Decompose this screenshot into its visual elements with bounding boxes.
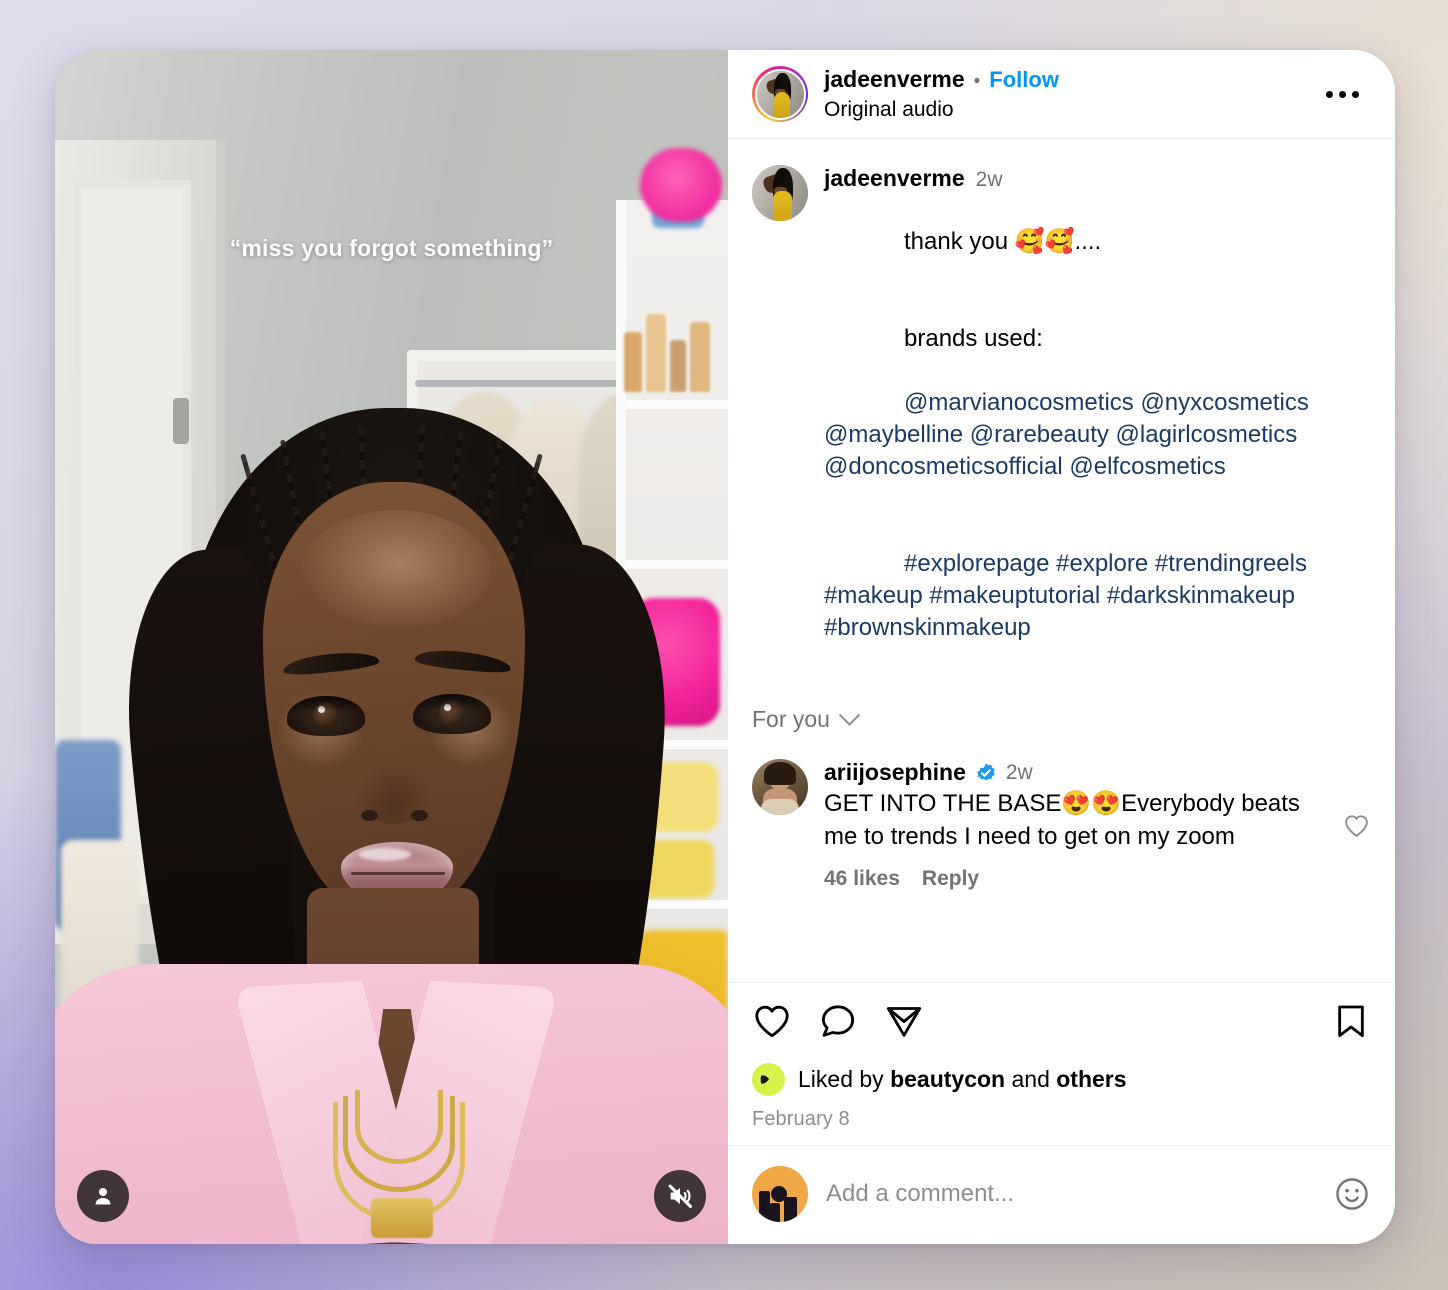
follow-button[interactable]: Follow: [989, 67, 1059, 93]
more-options-icon[interactable]: [1312, 81, 1373, 108]
caption-hashtags[interactable]: #explorepage #explore #trendingreels #ma…: [824, 550, 1314, 641]
comment-timestamp: 2w: [1005, 760, 1033, 784]
caption-block: jadeenverme 2w thank you 🥰🥰.... brands u…: [752, 165, 1371, 676]
bottle: [624, 332, 642, 392]
caption-thanks-line: thank you 🥰🥰....: [904, 228, 1102, 256]
avatar-yellow-dress: [774, 92, 791, 118]
avatar-shape: [783, 1197, 797, 1222]
nostril: [411, 810, 428, 821]
liked-by-others[interactable]: others: [1056, 1066, 1126, 1092]
bookmark-icon[interactable]: [1331, 1001, 1371, 1041]
liked-by-row: Liked by beautycon and others: [752, 1063, 1371, 1096]
caption-author-username[interactable]: jadeenverme: [824, 165, 965, 192]
comment-author-avatar[interactable]: [752, 759, 808, 816]
liker-avatar-icon[interactable]: [752, 1063, 785, 1096]
user-avatar-icon[interactable]: [752, 1166, 808, 1222]
share-paper-plane-icon[interactable]: [884, 1001, 924, 1041]
person-icon[interactable]: [77, 1170, 129, 1222]
chevron-down-icon: [838, 704, 861, 727]
profile-avatar-with-story-ring[interactable]: [752, 66, 808, 122]
eye-right: [413, 694, 491, 734]
heart-icon[interactable]: [752, 1001, 792, 1041]
liked-by-username[interactable]: beautycon: [890, 1066, 1005, 1092]
bottle: [646, 314, 666, 392]
lip-line: [351, 872, 445, 875]
speaker-muted-icon[interactable]: [654, 1170, 706, 1222]
avatar-shape: [770, 1202, 781, 1222]
add-comment-input[interactable]: [826, 1180, 1315, 1208]
reel-video-player[interactable]: “miss you forgot something”: [55, 50, 728, 1244]
action-icon-row: [752, 1001, 1371, 1041]
avatar-dress: [760, 798, 800, 816]
header-text-group: jadeenverme • Follow Original audio: [824, 66, 1312, 122]
comment-author-username[interactable]: ariijosephine: [824, 759, 966, 786]
liked-by-prefix: Liked by: [798, 1066, 891, 1092]
forehead-highlight: [301, 510, 491, 630]
bottle: [690, 322, 710, 392]
heart-outline-icon[interactable]: [1342, 759, 1371, 890]
post-date: February 8: [752, 1108, 850, 1130]
post-author-username[interactable]: jadeenverme: [824, 66, 965, 93]
add-comment-bar: [728, 1145, 1395, 1244]
nostril: [361, 810, 378, 821]
caption-header: jadeenverme 2w: [824, 165, 1371, 192]
lip-gloss-highlight: [359, 848, 411, 861]
caption-brands-label: brands used:: [904, 324, 1043, 352]
avatar-hair: [764, 761, 796, 786]
caption-author-avatar[interactable]: [752, 165, 808, 221]
liked-by-middle: and: [1005, 1066, 1057, 1092]
emoji-smiley-icon[interactable]: [1333, 1175, 1371, 1213]
header-username-row: jadeenverme • Follow: [824, 66, 1312, 93]
comment-item: ariijosephine 2w GET INTO THE BASE😍😍Ever…: [752, 759, 1371, 890]
comment-header: ariijosephine 2w: [824, 759, 1316, 786]
shelf-bottles: [620, 262, 714, 392]
avatar: [754, 68, 806, 120]
shelf-item-pink: [640, 148, 722, 222]
comment-reply-button[interactable]: Reply: [922, 867, 979, 891]
avatar-yellow-dress: [773, 190, 793, 221]
comment-body: GET INTO THE BASE😍😍Everybody beats me to…: [824, 790, 1300, 850]
audio-label[interactable]: Original audio: [824, 98, 1312, 122]
caption-body: thank you 🥰🥰.... brands used: @marvianoc…: [824, 194, 1371, 676]
eyelash: [413, 694, 491, 709]
post-body-scroll[interactable]: jadeenverme 2w thank you 🥰🥰.... brands u…: [728, 139, 1395, 982]
verified-badge-icon: [975, 762, 997, 784]
post-action-bar: Liked by beautycon and others February 8: [728, 982, 1395, 1145]
person-subject: [55, 390, 728, 1244]
comment-filter-label: For you: [752, 706, 830, 733]
post-header: jadeenverme • Follow Original audio: [728, 50, 1395, 139]
caption-text-group: jadeenverme 2w thank you 🥰🥰.... brands u…: [824, 165, 1371, 676]
post-info-pane: jadeenverme • Follow Original audio jade…: [728, 50, 1395, 1244]
gold-nameplate-pendant: [371, 1198, 433, 1238]
comment-likes-count[interactable]: 46 likes: [824, 867, 900, 891]
liked-by-text: Liked by beautycon and others: [798, 1066, 1127, 1093]
comment-filter-for-you[interactable]: For you: [752, 702, 1371, 733]
bottle: [670, 340, 686, 392]
instagram-post-card: “miss you forgot something” jadeenverme …: [55, 50, 1395, 1244]
separator-dot: •: [973, 71, 981, 92]
comment-text-group: ariijosephine 2w GET INTO THE BASE😍😍Ever…: [824, 759, 1316, 890]
comment-meta: 46 likes Reply: [824, 867, 1316, 891]
eye-left: [287, 696, 365, 736]
avatar-shape: [759, 1190, 771, 1222]
caption-timestamp: 2w: [975, 168, 1003, 191]
comment-bubble-icon[interactable]: [818, 1001, 858, 1041]
eyelash: [287, 696, 365, 711]
video-overlay-caption: “miss you forgot something”: [229, 235, 554, 261]
caption-brand-mentions[interactable]: @marvianocosmetics @nyxcosmetics @maybel…: [824, 389, 1316, 480]
